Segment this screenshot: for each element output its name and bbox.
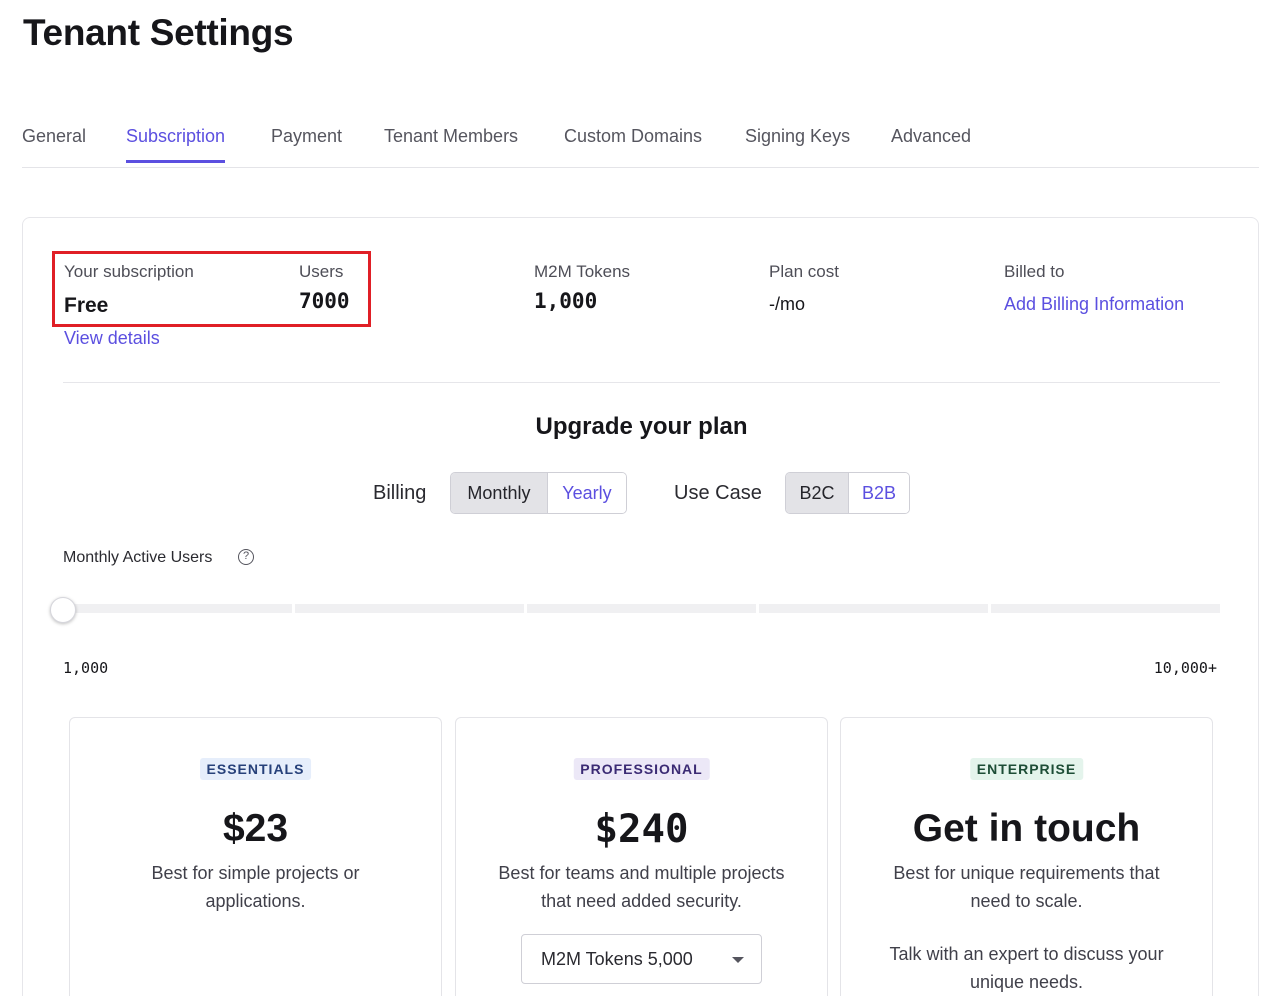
plan-badge: PROFESSIONAL xyxy=(573,758,710,780)
upgrade-title: Upgrade your plan xyxy=(535,413,748,440)
select-value: M2M Tokens 5,000 xyxy=(541,948,693,969)
slider-max-label: 10,000+ xyxy=(1153,659,1217,677)
subscription-label: Your subscription xyxy=(64,262,194,281)
slider-min-label: 1,000 xyxy=(63,659,109,677)
use-case-toggle: B2C B2B xyxy=(785,472,910,514)
use-case-b2b-button[interactable]: B2B xyxy=(847,473,909,513)
plan-description: Best for simple projects or applications… xyxy=(151,863,360,911)
mau-slider-thumb[interactable] xyxy=(50,597,76,623)
m2m-tokens-value: 1,000 xyxy=(534,289,598,313)
tab-custom-domains[interactable]: Custom Domains xyxy=(564,126,702,163)
plan-price: $240 xyxy=(594,807,689,852)
plan-badge: ESSENTIALS xyxy=(199,758,312,780)
subscription-card: Your subscription Free View details User… xyxy=(22,217,1259,996)
plan-price: $23 xyxy=(222,807,289,850)
tab-advanced[interactable]: Advanced xyxy=(891,126,971,163)
subscription-summary: Your subscription Free View details User… xyxy=(63,261,1223,381)
tab-payment[interactable]: Payment xyxy=(271,126,342,163)
billing-toggle: Monthly Yearly xyxy=(450,472,627,514)
slider-segment xyxy=(63,604,292,613)
mau-slider-track[interactable] xyxy=(63,604,1220,613)
plan-card-enterprise: ENTERPRISE Get in touch Best for unique … xyxy=(840,717,1213,996)
users-label: Users xyxy=(299,262,344,281)
tab-tenant-members[interactable]: Tenant Members xyxy=(384,126,518,163)
view-details-link[interactable]: View details xyxy=(64,328,160,349)
users-value: 7000 xyxy=(299,289,350,313)
add-billing-link[interactable]: Add Billing Information xyxy=(1004,294,1184,315)
billing-monthly-button[interactable]: Monthly xyxy=(451,473,547,513)
tab-subscription[interactable]: Subscription xyxy=(126,126,226,163)
tab-general[interactable]: General xyxy=(22,126,86,163)
chevron-down-icon xyxy=(732,957,744,963)
plan-description: Best for unique requirements that need t… xyxy=(893,863,1160,911)
billed-to-label: Billed to xyxy=(1004,262,1065,281)
subscription-value: Free xyxy=(64,294,109,317)
use-case-b2c-button[interactable]: B2C xyxy=(786,473,848,513)
billing-label: Billing xyxy=(373,482,427,504)
plan-description-secondary: Talk with an expert to discuss your uniq… xyxy=(889,944,1164,992)
slider-segment xyxy=(295,604,524,613)
m2m-tokens-label: M2M Tokens xyxy=(534,262,631,281)
divider xyxy=(63,382,1220,383)
plan-cost-value: -/mo xyxy=(769,294,805,314)
slider-segment xyxy=(527,604,756,613)
use-case-label: Use Case xyxy=(674,482,762,504)
slider-segment xyxy=(991,604,1220,613)
plan-price: Get in touch xyxy=(912,807,1141,850)
settings-tabs: General Subscription Payment Tenant Memb… xyxy=(22,110,1259,168)
mau-label: Monthly Active Users xyxy=(63,549,213,566)
plan-description: Best for teams and multiple projects tha… xyxy=(498,863,785,911)
help-icon[interactable]: ? xyxy=(238,549,254,565)
plan-badge: ENTERPRISE xyxy=(969,758,1084,780)
m2m-tokens-select[interactable]: M2M Tokens 5,000 xyxy=(521,934,762,984)
plan-cost-label: Plan cost xyxy=(769,262,839,281)
billing-yearly-button[interactable]: Yearly xyxy=(546,473,626,513)
plan-card-essentials: ESSENTIALS $23 Best for simple projects … xyxy=(69,717,442,996)
tab-signing-keys[interactable]: Signing Keys xyxy=(745,126,850,163)
page-title: Tenant Settings xyxy=(23,12,294,53)
plan-card-professional: PROFESSIONAL $240 Best for teams and mul… xyxy=(455,717,828,996)
slider-segment xyxy=(759,604,988,613)
